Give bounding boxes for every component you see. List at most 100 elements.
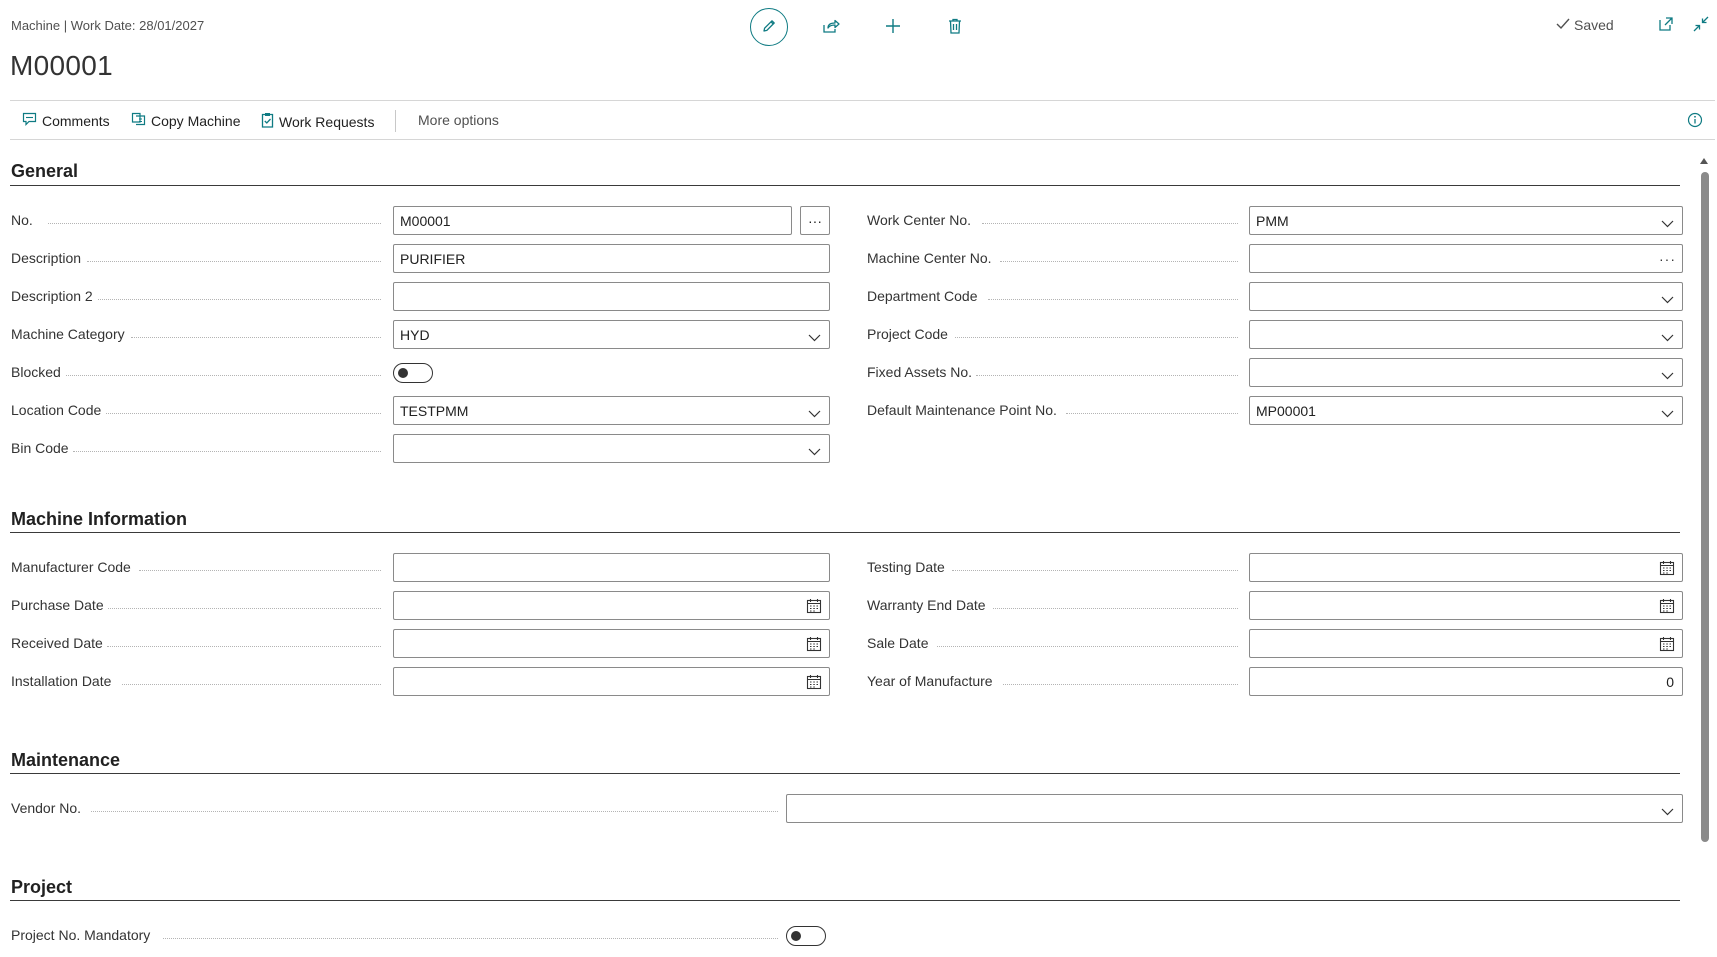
dot-leader <box>139 570 381 571</box>
field-label-work-center-no: Work Center No. <box>867 212 971 228</box>
dot-leader <box>106 413 381 414</box>
comments-button[interactable]: Comments <box>22 112 110 129</box>
no-assist-button[interactable]: ··· <box>800 206 830 235</box>
calendar-icon[interactable] <box>1659 636 1675 655</box>
blocked-toggle[interactable] <box>393 363 433 383</box>
field-label-warranty-end-date: Warranty End Date <box>867 597 986 613</box>
edit-icon <box>761 18 777 37</box>
share-button[interactable] <box>812 8 850 46</box>
dot-leader <box>982 223 1238 224</box>
section-title-project[interactable]: Project <box>11 877 72 898</box>
field-label-default-maintenance-point-no: Default Maintenance Point No. <box>867 402 1057 418</box>
dot-leader <box>1000 261 1238 262</box>
field-label-project-no-mandatory: Project No. Mandatory <box>11 927 151 943</box>
delete-button[interactable] <box>936 8 974 46</box>
new-button[interactable] <box>874 8 912 46</box>
calendar-icon[interactable] <box>806 636 822 655</box>
field-label-installation-date: Installation Date <box>11 673 112 689</box>
chevron-down-icon <box>808 329 821 345</box>
comment-icon <box>22 112 37 129</box>
calendar-icon[interactable] <box>1659 598 1675 617</box>
dot-leader <box>131 337 381 338</box>
bin-code-dropdown[interactable] <box>393 434 830 463</box>
machine-center-no-input[interactable]: ··· <box>1249 244 1683 273</box>
work-requests-button[interactable]: Work Requests <box>261 112 374 131</box>
project-code-dropdown[interactable] <box>1249 320 1683 349</box>
machine-category-value: HYD <box>400 327 430 343</box>
sale-date-input[interactable] <box>1249 629 1683 658</box>
section-divider <box>10 185 1680 186</box>
field-label-bin-code: Bin Code <box>11 440 69 456</box>
field-label-description-2: Description 2 <box>11 288 93 304</box>
add-icon <box>885 18 901 37</box>
info-icon <box>1687 112 1703 131</box>
year-of-manufacture-value: 0 <box>1666 674 1674 690</box>
work-center-no-dropdown[interactable]: PMM <box>1249 206 1683 235</box>
vendor-no-dropdown[interactable] <box>786 794 1683 823</box>
section-title-general[interactable]: General <box>11 161 78 182</box>
testing-date-input[interactable] <box>1249 553 1683 582</box>
dot-leader <box>952 570 1238 571</box>
chevron-down-icon <box>1661 367 1674 383</box>
field-label-project-code: Project Code <box>867 326 948 342</box>
scrollbar-thumb[interactable] <box>1701 172 1709 842</box>
dot-leader <box>66 375 381 376</box>
default-maintenance-point-no-value: MP00001 <box>1256 403 1316 419</box>
default-maintenance-point-no-dropdown[interactable]: MP00001 <box>1249 396 1683 425</box>
field-label-manufacturer-code: Manufacturer Code <box>11 559 131 575</box>
chevron-down-icon <box>1661 215 1674 231</box>
clipboard-check-icon <box>261 112 274 131</box>
work-requests-label: Work Requests <box>279 113 375 130</box>
info-button[interactable] <box>1687 112 1703 131</box>
dot-leader <box>107 646 381 647</box>
dot-leader <box>48 223 381 224</box>
share-icon <box>822 18 840 37</box>
open-new-window-button[interactable] <box>1655 14 1677 36</box>
section-divider <box>10 900 1680 901</box>
work-center-no-value: PMM <box>1256 213 1289 229</box>
machine-category-dropdown[interactable]: HYD <box>393 320 830 349</box>
no-value: M00001 <box>400 213 451 229</box>
field-label-fixed-assets-no: Fixed Assets No. <box>867 364 973 380</box>
field-label-testing-date: Testing Date <box>867 559 945 575</box>
field-label-location-code: Location Code <box>11 402 102 418</box>
description-2-input[interactable] <box>393 282 830 311</box>
copy-machine-button[interactable]: Copy Machine <box>131 112 241 129</box>
chevron-down-icon <box>1661 405 1674 421</box>
edit-button[interactable] <box>750 8 788 46</box>
received-date-input[interactable] <box>393 629 830 658</box>
project-no-mandatory-toggle[interactable] <box>786 926 826 946</box>
more-options-button[interactable]: More options <box>418 112 499 128</box>
field-label-blocked: Blocked <box>11 364 61 380</box>
installation-date-input[interactable] <box>393 667 830 696</box>
year-of-manufacture-input[interactable]: 0 <box>1249 667 1683 696</box>
calendar-icon[interactable] <box>806 674 822 693</box>
section-title-maintenance[interactable]: Maintenance <box>11 750 120 771</box>
manufacturer-code-input[interactable] <box>393 553 830 582</box>
field-label-no: No. <box>11 212 33 228</box>
section-title-machine-information[interactable]: Machine Information <box>11 509 187 530</box>
department-code-dropdown[interactable] <box>1249 282 1683 311</box>
description-input[interactable]: PURIFIER <box>393 244 830 273</box>
location-code-value: TESTPMM <box>400 403 469 419</box>
description-value: PURIFIER <box>400 251 466 267</box>
collapse-button[interactable] <box>1690 14 1712 36</box>
purchase-date-input[interactable] <box>393 591 830 620</box>
field-label-machine-center-no: Machine Center No. <box>867 250 992 266</box>
field-label-sale-date: Sale Date <box>867 635 929 651</box>
saved-label: Saved <box>1574 17 1614 33</box>
location-code-dropdown[interactable]: TESTPMM <box>393 396 830 425</box>
chevron-down-icon <box>1661 291 1674 307</box>
calendar-icon[interactable] <box>806 598 822 617</box>
breadcrumb: Machine | Work Date: 28/01/2027 <box>11 18 205 33</box>
warranty-end-date-input[interactable] <box>1249 591 1683 620</box>
checkmark-icon <box>1556 17 1570 33</box>
calendar-icon[interactable] <box>1659 560 1675 579</box>
fixed-assets-no-dropdown[interactable] <box>1249 358 1683 387</box>
no-input[interactable]: M00001 <box>393 206 792 235</box>
collapse-icon <box>1693 16 1709 35</box>
ellipsis-icon[interactable]: ··· <box>1659 251 1676 267</box>
field-label-purchase-date: Purchase Date <box>11 597 104 613</box>
scroll-up-arrow[interactable] <box>1700 158 1708 164</box>
chevron-down-icon <box>808 405 821 421</box>
